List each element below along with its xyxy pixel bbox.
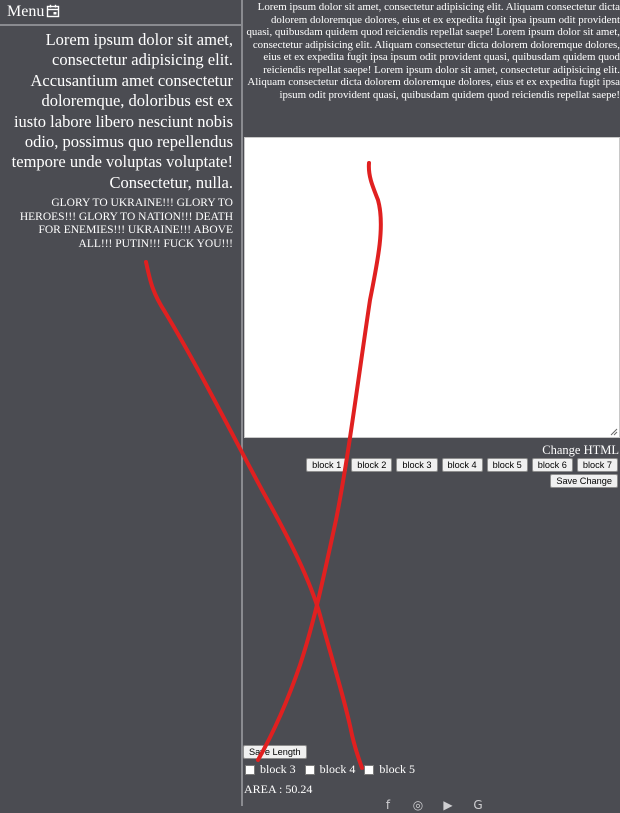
facebook-icon[interactable]: f — [380, 797, 396, 813]
left-sidebar: Menu Lorem ipsum dolor sit amet, consect… — [0, 0, 241, 806]
left-note: GLORY TO UKRAINE!!! GLORY TO HEROES!!! G… — [19, 197, 233, 250]
html-editor-textarea[interactable] — [244, 137, 620, 438]
resize-grip-icon[interactable] — [610, 428, 618, 436]
save-change-button[interactable]: Save Change — [550, 474, 618, 488]
checkbox-box[interactable] — [245, 764, 255, 775]
block-4-button[interactable]: block 4 — [441, 458, 483, 472]
right-panel: Lorem ipsum dolor sit amet, consectetur … — [243, 0, 620, 812]
google-icon[interactable]: G — [470, 797, 486, 813]
area-readout: AREA : 50.24 — [244, 782, 313, 796]
checkbox-block-5[interactable]: block 5 — [364, 762, 415, 777]
checkbox-box[interactable] — [304, 764, 315, 775]
right-top-text: Lorem ipsum dolor sit amet, consectetur … — [246, 1, 620, 101]
block-3-button[interactable]: block 3 — [396, 458, 438, 472]
checkbox-label: block 3 — [260, 762, 296, 776]
block-1-button[interactable]: block 1 — [306, 458, 348, 472]
block-6-button[interactable]: block 6 — [531, 458, 573, 472]
block-button-row: block 1 block 2 block 3 block 4 block 5 … — [306, 458, 618, 472]
checkbox-block-4[interactable]: block 4 — [304, 762, 356, 777]
checkbox-box[interactable] — [364, 764, 375, 775]
youtube-icon[interactable]: ▶ — [440, 797, 456, 813]
change-html-label: Change HTML — [542, 443, 619, 457]
menu-label[interactable]: Menu — [7, 3, 44, 21]
block-2-button[interactable]: block 2 — [351, 458, 393, 472]
instagram-icon[interactable]: ◎ — [410, 797, 426, 813]
menu-bar[interactable]: Menu — [0, 0, 241, 26]
calendar-icon[interactable] — [46, 4, 60, 18]
checkbox-label: block 5 — [379, 762, 416, 776]
left-paragraph: Lorem ipsum dolor sit amet, consectetur … — [11, 30, 233, 192]
block-checkboxes: block 3 block 4 block 5 — [245, 762, 415, 777]
save-length-button[interactable]: Save Length — [243, 745, 307, 759]
checkbox-label: block 4 — [319, 762, 356, 776]
block-7-button[interactable]: block 7 — [576, 458, 618, 472]
checkbox-block-3[interactable]: block 3 — [245, 762, 296, 777]
block-5-button[interactable]: block 5 — [486, 458, 528, 472]
social-links: f ◎ ▶ G — [380, 797, 486, 813]
